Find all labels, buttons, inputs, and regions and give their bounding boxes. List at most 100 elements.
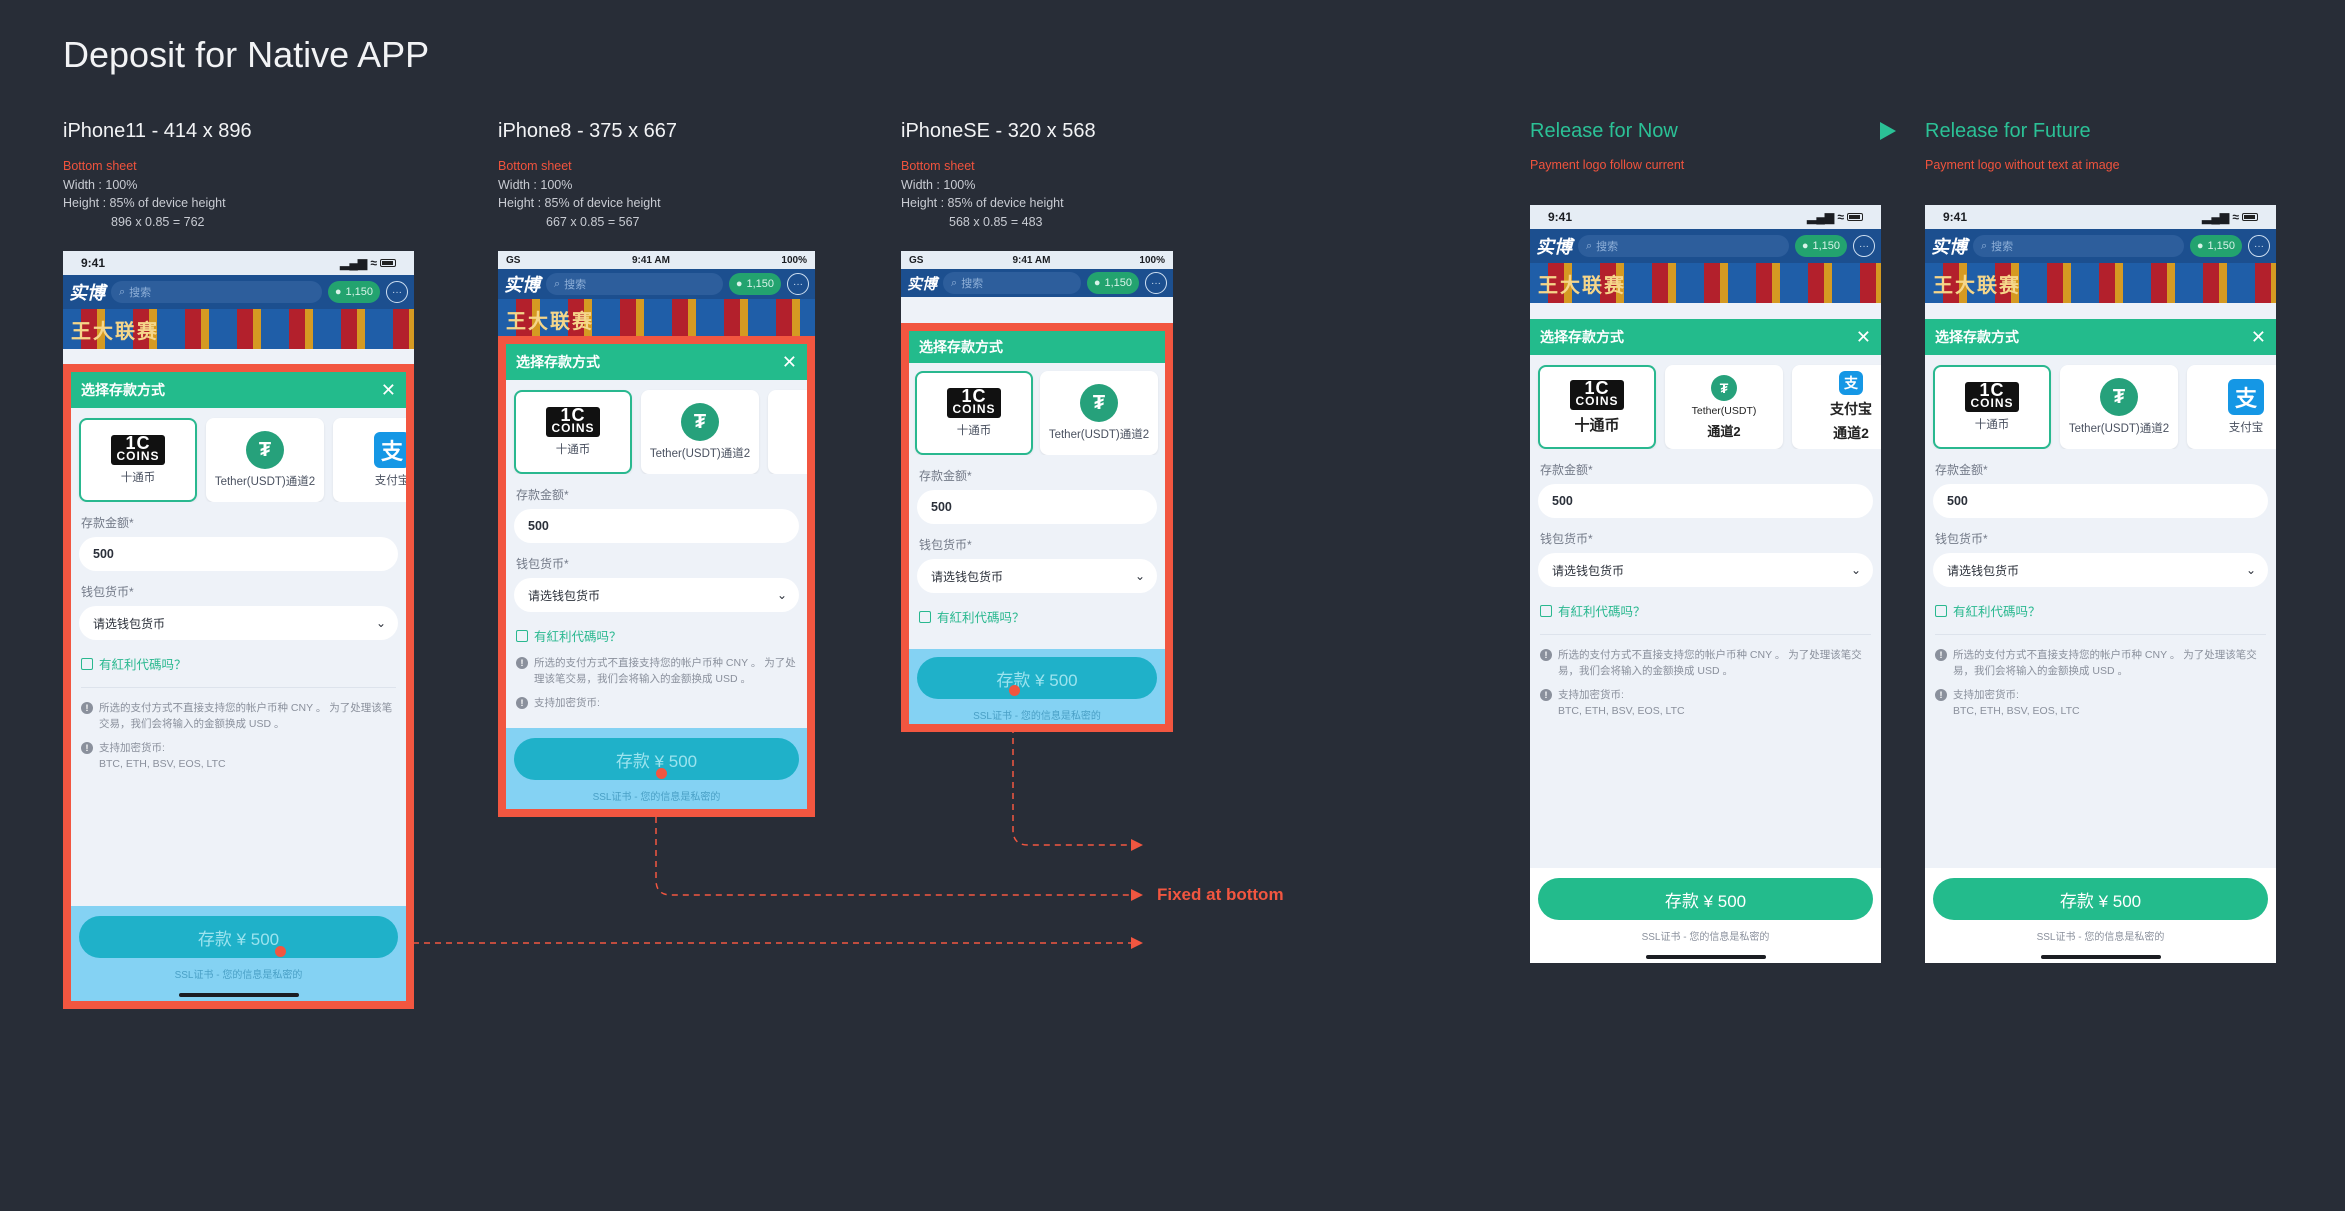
payment-methods: 1C COINS 十通币 ₮ Tether(USDT)通道2 (909, 363, 1165, 455)
method-card-usdt[interactable]: ₮Tether(USDT)通道2 (1665, 365, 1783, 449)
close-icon[interactable]: ✕ (2251, 327, 2266, 348)
method-label: Tether(USDT)通道2 (214, 476, 316, 488)
promo-code-link[interactable]: 有紅利代碼吗？ (1530, 587, 1881, 626)
info-icon: ! (1935, 689, 1947, 701)
method-card-usdt[interactable]: ₮ Tether(USDT)通道2 (2060, 365, 2178, 449)
promo-banner[interactable]: 王大联赛 (63, 309, 414, 349)
promo-code-link[interactable]: 有紅利代碼吗？ (1925, 587, 2276, 626)
method-card-alipay[interactable]: 支支付宝 (333, 418, 406, 502)
amount-input[interactable]: 500 (1933, 484, 2268, 518)
amount-input[interactable]: 500 (79, 537, 398, 571)
status-time: 9:41 AM (1012, 254, 1051, 266)
balance-badge[interactable]: ● 1,150 (1086, 272, 1139, 294)
currency-select[interactable]: 请选钱包货币 ⌄ (1538, 553, 1873, 587)
chevron-down-icon: ⌄ (375, 616, 386, 630)
sheet-title: 选择存款方式 (919, 339, 1003, 355)
currency-select[interactable]: 请选钱包货币 ⌄ (514, 578, 799, 612)
currency-select[interactable]: 请选钱包货币 ⌄ (917, 559, 1157, 593)
method-card-10coins[interactable]: 1C COINS 十通币 (1538, 365, 1656, 449)
10coins-logo: 1C COINS (947, 387, 1001, 418)
deposit-button[interactable]: 存款 ¥ 500 (1933, 878, 2268, 920)
search-input[interactable]: ⌕ 搜索 (546, 273, 723, 295)
balance-badge[interactable]: ● 1,150 (728, 273, 781, 295)
amount-input[interactable]: 500 (514, 509, 799, 543)
balance-value: 1,150 (345, 286, 373, 298)
method-card-alipay[interactable]: 支支付宝 (2187, 365, 2276, 449)
currency-note: ! 所选的支付方式不直接支持您的帐户币种 CNY 。 为了处理该笔交易，我们会将输… (1530, 643, 1881, 683)
balance-badge[interactable]: ● 1,150 (1794, 235, 1847, 257)
currency-select[interactable]: 请选钱包货币 ⌄ (79, 606, 398, 640)
chevron-down-icon: ⌄ (2245, 563, 2256, 577)
promo-text: 有紅利代碼吗？ (99, 658, 187, 672)
search-input[interactable]: ⌕ 搜索 (1973, 235, 2184, 257)
search-input[interactable]: ⌕ 搜索 (943, 272, 1081, 294)
note-text: 所选的支付方式不直接支持您的帐户币种 CNY 。 为了处理该笔交易，我们会将输入… (534, 657, 796, 685)
promo-text: 有紅利代碼吗？ (1558, 605, 1646, 619)
chat-icon[interactable]: ··· (1145, 272, 1167, 294)
amount-label: 存款金额* (1935, 463, 1988, 477)
method-label: Tether(USDT)通道2 (2068, 423, 2170, 435)
note-title: 支持加密货币: (1558, 689, 1624, 701)
method-card-partial[interactable] (768, 390, 807, 474)
tether-icon: ₮ (681, 403, 719, 441)
promo-code-link[interactable]: 有紅利代碼吗？ (506, 612, 807, 651)
carrier: GS (909, 254, 924, 266)
currency-placeholder: 请选钱包货币 (93, 616, 166, 631)
tether-icon: ₮ (2100, 378, 2138, 416)
ticket-icon (919, 610, 931, 623)
method-card-usdt[interactable]: ₮Tether(USDT)通道2 (206, 418, 324, 502)
status-icons: ▂▄▆ ≈ (2202, 210, 2258, 224)
promo-code-link[interactable]: 有紅利代碼吗？ (71, 640, 406, 679)
tether-icon: ₮ (1711, 374, 1737, 401)
balance-value: 1,150 (746, 278, 774, 290)
close-icon[interactable]: ✕ (782, 352, 797, 373)
deposit-label: 存款 ¥ 500 (996, 670, 1078, 690)
chat-icon[interactable]: ··· (386, 281, 408, 303)
promo-banner[interactable]: 王大联赛 (1925, 263, 2276, 303)
sheet-footer: 存款 ¥ 500 SSL证书 - 您的信息是私密的 (506, 728, 807, 809)
tap-marker (1009, 685, 1020, 696)
method-card-10coins[interactable]: 1C COINS 十通币 (79, 418, 197, 502)
deposit-button[interactable]: 存款 ¥ 500 (917, 657, 1157, 699)
search-placeholder: 搜索 (961, 278, 984, 290)
deposit-label: 存款 ¥ 500 (615, 751, 698, 771)
currency-label: 钱包货币* (1935, 532, 1988, 546)
close-icon[interactable]: ✕ (381, 380, 396, 401)
chat-icon[interactable]: ··· (1853, 235, 1875, 257)
status-icons: ▂▄▆ ≈ (340, 256, 396, 270)
method-card-10coins[interactable]: 1C COINS 十通币 (1933, 365, 2051, 449)
info-icon: ! (81, 702, 93, 714)
app-header: 实博 ⌕ 搜索 ● 1,150 ··· (1925, 229, 2276, 263)
sheet-footer: 存款 ¥ 500 SSL证书 - 您的信息是私密的 (909, 649, 1165, 724)
app-header: 实博 ⌕ 搜索 ● 1,150 ··· (498, 269, 815, 299)
close-icon[interactable]: ✕ (1856, 327, 1871, 348)
amount-input[interactable]: 500 (917, 490, 1157, 524)
deposit-button[interactable]: 存款 ¥ 500 (1538, 878, 1873, 920)
chat-icon[interactable]: ··· (2248, 235, 2270, 257)
promo-code-link[interactable]: 有紅利代碼吗？ (909, 593, 1165, 632)
status-time: 9:41 (1548, 210, 1573, 224)
balance-badge[interactable]: ● 1,150 (2189, 235, 2242, 257)
currency-label: 钱包货币* (919, 538, 972, 552)
method-card-usdt[interactable]: ₮Tether(USDT)通道2 (1040, 371, 1158, 455)
method-card-usdt[interactable]: ₮Tether(USDT)通道2 (641, 390, 759, 474)
app-header: 实博 ⌕ 搜索 ● 1,150 ··· (1530, 229, 1881, 263)
carrier: GS (506, 254, 521, 266)
currency-select[interactable]: 请选钱包货币 ⌄ (1933, 553, 2268, 587)
promo-banner[interactable]: 王大联赛 (498, 299, 815, 339)
chat-icon[interactable]: ··· (787, 273, 809, 295)
search-input[interactable]: ⌕ 搜索 (111, 281, 322, 303)
method-card-10coins[interactable]: 1C COINS 十通币 (514, 390, 632, 474)
promo-banner[interactable]: 王大联赛 (1530, 263, 1881, 303)
search-placeholder: 搜索 (129, 287, 152, 299)
balance-badge[interactable]: ● 1,150 (327, 281, 380, 303)
deposit-button[interactable]: 存款 ¥ 500 (514, 738, 799, 780)
method-label: 十通币 (1574, 416, 1620, 434)
method-card-10coins[interactable]: 1C COINS 十通币 (915, 371, 1033, 455)
method-card-alipay[interactable]: 支支付宝 通道2 (1792, 365, 1881, 449)
deposit-button[interactable]: 存款 ¥ 500 (79, 916, 398, 958)
amount-input[interactable]: 500 (1538, 484, 1873, 518)
method-label-top: Tether(USDT) (1691, 404, 1757, 417)
deposit-label: 存款 ¥ 500 (2059, 891, 2142, 911)
search-input[interactable]: ⌕ 搜索 (1578, 235, 1789, 257)
